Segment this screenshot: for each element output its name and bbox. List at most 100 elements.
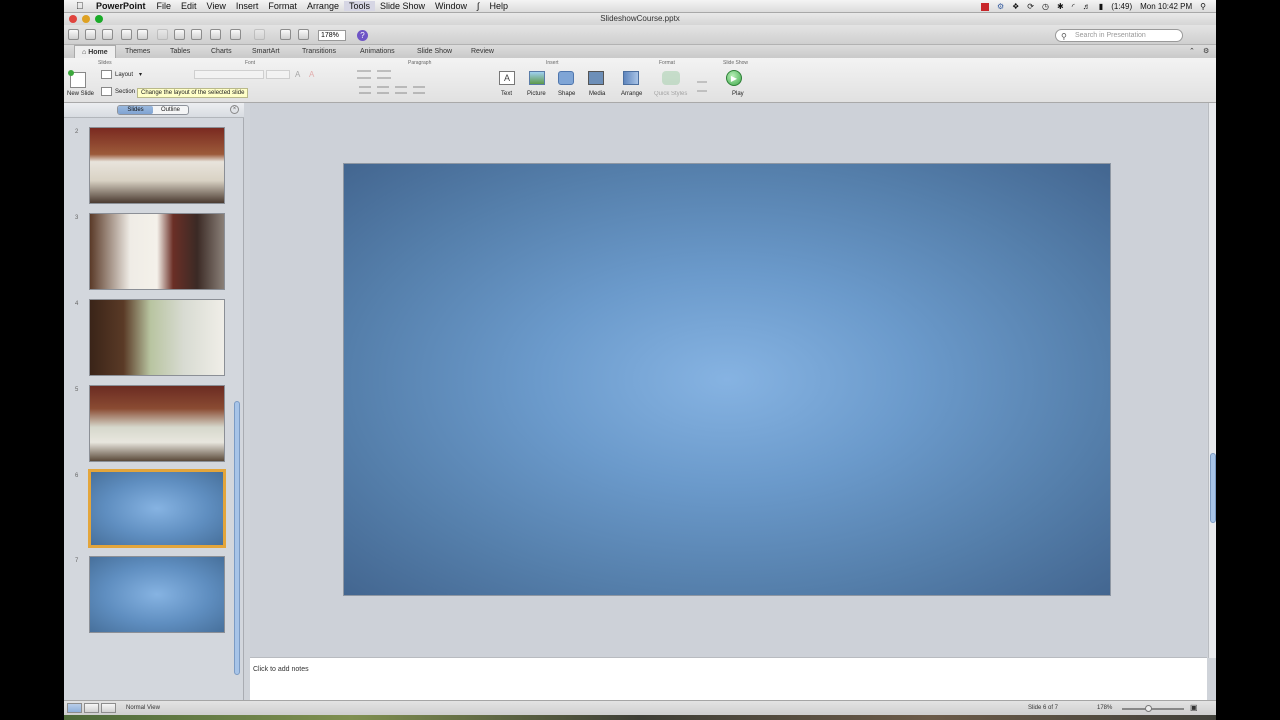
slide-thumbnail-3[interactable] <box>89 213 225 290</box>
slide-thumbnail-7[interactable] <box>89 556 225 633</box>
new-slide-button[interactable]: New Slide <box>67 91 94 97</box>
menu-help[interactable]: Help <box>485 1 514 11</box>
play-button[interactable]: Play <box>732 91 744 97</box>
bluetooth-icon[interactable]: ✱ <box>1057 2 1064 11</box>
font-size-select[interactable] <box>266 70 290 79</box>
gear-icon[interactable]: ⚙ <box>997 2 1004 11</box>
slide-thumbnail-4[interactable] <box>89 299 225 376</box>
slideshow-icon[interactable] <box>280 29 291 40</box>
shape-icon <box>558 71 574 85</box>
notes-pane[interactable]: Click to add notes <box>250 657 1207 700</box>
align-center-icon[interactable] <box>377 86 389 94</box>
zoom-select[interactable]: 178% <box>318 30 346 41</box>
redo-icon[interactable] <box>254 29 265 40</box>
tab-themes[interactable]: Themes <box>118 45 157 58</box>
menu-arrange[interactable]: Arrange <box>302 1 344 11</box>
bullets-icon[interactable] <box>357 70 371 79</box>
menu-window[interactable]: Window <box>430 1 472 11</box>
align-right-icon[interactable] <box>395 86 407 94</box>
picture-button[interactable]: Picture <box>527 91 546 97</box>
media-browser-icon[interactable] <box>298 29 309 40</box>
menu-edit[interactable]: Edit <box>176 1 202 11</box>
section-button[interactable]: Section <box>115 89 135 95</box>
save-icon[interactable] <box>121 29 132 40</box>
slide-number: 3 <box>75 215 79 221</box>
normal-view-button[interactable] <box>67 703 82 713</box>
group-title-insert: Insert <box>546 60 559 66</box>
tab-review[interactable]: Review <box>464 45 501 58</box>
record-icon[interactable] <box>980 2 989 11</box>
font-color-icon[interactable]: A <box>309 70 314 79</box>
tab-home[interactable]: ⌂ Home <box>74 45 116 58</box>
ribbon-options-icon[interactable]: ⚙ <box>1196 45 1216 58</box>
shape-button[interactable]: Shape <box>558 91 575 97</box>
tab-transitions[interactable]: Transitions <box>295 45 343 58</box>
copy-icon[interactable] <box>174 29 185 40</box>
photo-priest-family <box>90 214 224 289</box>
menu-tools[interactable]: Tools <box>343 1 375 11</box>
tab-charts[interactable]: Charts <box>204 45 239 58</box>
text-button[interactable]: Text <box>501 91 512 97</box>
shape-line-icon[interactable] <box>697 86 707 92</box>
zoom-slider-knob[interactable] <box>1145 705 1152 712</box>
script-icon[interactable]: ∫ <box>472 1 484 11</box>
undo-icon[interactable] <box>230 29 241 40</box>
font-name-select[interactable] <box>194 70 264 79</box>
slide-thumbnail-6[interactable] <box>88 469 226 548</box>
open-icon[interactable] <box>102 29 113 40</box>
paste-icon[interactable] <box>191 29 202 40</box>
volume-icon[interactable]: ♬ <box>1083 2 1091 11</box>
layout-button[interactable]: Layout <box>115 72 133 78</box>
quick-styles-button[interactable]: Quick Styles <box>654 91 687 97</box>
slide-show-view-button[interactable] <box>101 703 116 713</box>
pane-scrollbar[interactable] <box>234 401 240 675</box>
align-left-icon[interactable] <box>359 86 371 94</box>
fit-to-window-icon[interactable]: ▣ <box>1190 703 1198 712</box>
cut-icon[interactable] <box>157 29 168 40</box>
app-name-menu[interactable]: PowerPoint <box>96 1 146 11</box>
tab-smartart[interactable]: SmartArt <box>245 45 287 58</box>
wifi-icon[interactable]: ◜ <box>1072 2 1075 11</box>
menu-view[interactable]: View <box>202 1 231 11</box>
sync-icon[interactable]: ⟳ <box>1027 2 1034 11</box>
shape-fill-icon[interactable] <box>697 71 707 83</box>
tab-slides[interactable]: Slides <box>118 106 153 114</box>
group-title-slides: Slides <box>98 60 112 66</box>
document-title: SlideshowCourse.pptx <box>600 14 680 23</box>
spotlight-icon[interactable]: ⚲ <box>1200 2 1206 11</box>
tab-outline[interactable]: Outline <box>153 106 188 114</box>
current-slide[interactable] <box>343 163 1111 596</box>
editor-scroll-thumb[interactable] <box>1210 453 1216 523</box>
menu-file[interactable]: File <box>152 1 177 11</box>
menu-format[interactable]: Format <box>263 1 302 11</box>
layout-dropdown-icon[interactable]: ▾ <box>139 71 142 78</box>
menu-slide-show[interactable]: Slide Show <box>375 1 430 11</box>
arrange-button[interactable]: Arrange <box>621 91 642 97</box>
grow-font-icon[interactable]: A <box>295 70 300 79</box>
help-icon[interactable]: ? <box>357 30 368 41</box>
tab-animations[interactable]: Animations <box>353 45 402 58</box>
group-title-font: Font <box>245 60 256 66</box>
media-button[interactable]: Media <box>589 91 605 97</box>
dropbox-icon[interactable]: ❖ <box>1012 2 1019 11</box>
menu-insert[interactable]: Insert <box>231 1 264 11</box>
format-painter-icon[interactable] <box>210 29 221 40</box>
zoom-slider[interactable] <box>1122 708 1184 710</box>
slide-thumbnail-2[interactable] <box>89 127 225 204</box>
numbering-icon[interactable] <box>377 70 391 79</box>
print-icon[interactable] <box>137 29 148 40</box>
apple-icon[interactable]:  <box>76 1 88 12</box>
tab-tables[interactable]: Tables <box>163 45 197 58</box>
battery-icon[interactable]: ▮ <box>1099 2 1103 11</box>
slide-sorter-button[interactable] <box>84 703 99 713</box>
clock[interactable]: Mon 10:42 PM <box>1140 2 1192 11</box>
tab-slide-show[interactable]: Slide Show <box>410 45 459 58</box>
time-machine-icon[interactable]: ◷ <box>1042 2 1049 11</box>
slide-thumbnail-5[interactable] <box>89 385 225 462</box>
close-pane-icon[interactable]: × <box>230 105 239 114</box>
new-icon[interactable] <box>68 29 79 40</box>
gallery-icon[interactable] <box>85 29 96 40</box>
editor-scrollbar[interactable] <box>1208 103 1216 658</box>
justify-icon[interactable] <box>413 86 425 94</box>
search-input[interactable]: ⚲ Search in Presentation <box>1055 29 1183 42</box>
